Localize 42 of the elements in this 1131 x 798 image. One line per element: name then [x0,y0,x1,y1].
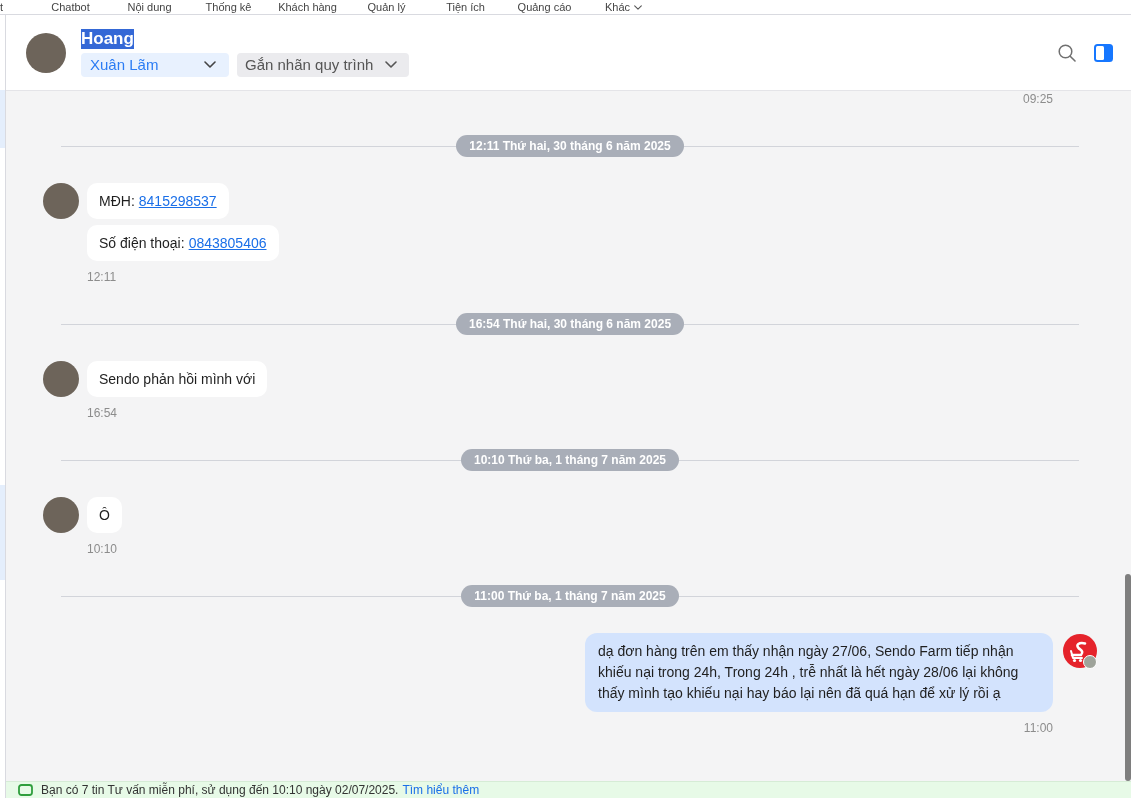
message-time: 16:54 [87,405,118,421]
rounded-square-icon [18,784,33,796]
date-separator: 10:10 Thứ ba, 1 tháng 7 năm 2025 [460,449,680,471]
date-separator: 12:11 Thứ hai, 30 tháng 6 năm 2025 [456,135,684,157]
message-text: MĐH: 8415298537 [99,193,217,209]
nav-menu[interactable]: Khác [584,0,663,14]
avatar [26,32,66,73]
date-separator: 11:00 Thứ ba, 1 tháng 7 năm 2025 [461,585,679,607]
message-text: Ô [99,507,110,523]
assignee-dropdown[interactable]: Xuân Lãm [81,52,229,77]
avatar [43,361,79,397]
side-panel-icon[interactable] [1094,43,1113,62]
date-separator: 16:54 Thứ hai, 30 tháng 6 năm 2025 [455,313,685,335]
nav-link[interactable]: Khách hàng [268,0,347,14]
message-time: 12:11 [87,269,117,285]
chevron-down-icon [634,4,643,10]
learn-more-link[interactable]: Tìm hiểu thêm [402,783,480,797]
message-time: 10:10 [87,541,118,557]
message-text: Số điện thoại: 0843805406 [99,235,267,251]
contact-name: Hoang [81,28,134,49]
message-text: dạ đơn hàng trên em thấy nhận ngày 27/06, Sendo Farm tiếp nhận khiếu nại trong 24h, Trong 24h , trễ nhất là hết ngày 28/06 lại không thấy mình tạo khiếu nại hay báo lại nên đã quá hạn để xử lý rồi ạ [598,643,1019,701]
nav-link[interactable]: Nội dung [110,0,189,14]
nav-link[interactable]: Thống kê [189,0,268,14]
chevron-down-icon [204,61,216,68]
phone-link[interactable]: 0843805406 [188,235,267,251]
chevron-down-icon [385,61,398,68]
nav-link[interactable]: Chatbot [31,0,110,14]
message-time: 09:25 [1022,91,1053,107]
scrollbar-thumb[interactable] [1125,574,1131,781]
notice-text: Bạn có 7 tin Tư vấn miễn phí, sử dụng đến 10:10 ngày 02/07/2025. Tìm hiểu thêm [41,783,480,797]
avatar [43,497,79,533]
phone-link[interactable]: 8415298537 [138,193,217,209]
nav-link[interactable]: t [0,0,31,14]
search-icon[interactable] [1058,43,1076,62]
process-tag-dropdown[interactable]: Gắn nhãn quy trình [237,52,410,77]
nav-link[interactable]: Quản lý [347,0,426,14]
nav-link[interactable]: Quảng cáo [505,0,584,14]
message-text: Sendo phản hồi mình với [99,371,256,387]
nav-link[interactable]: Tiện ích [426,0,505,14]
message-time: 11:00 [1023,720,1053,736]
avatar [43,183,79,219]
list-row-edge [0,90,5,148]
